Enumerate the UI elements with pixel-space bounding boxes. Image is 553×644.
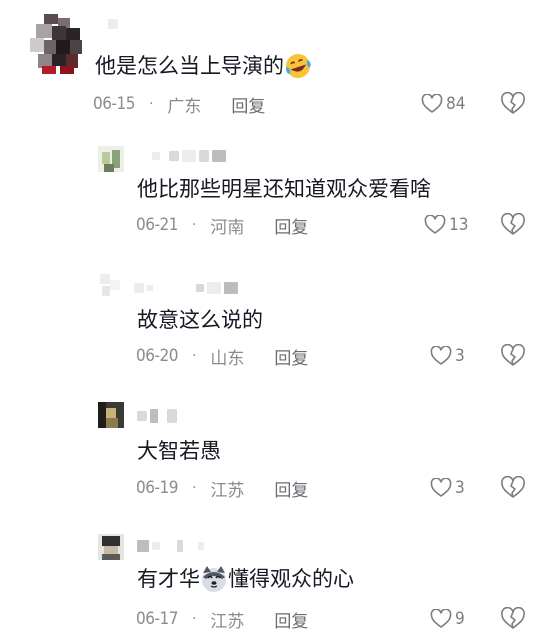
- separator-dot: ·: [191, 217, 197, 233]
- like-button[interactable]: 13: [424, 213, 468, 237]
- avatar[interactable]: [98, 402, 124, 428]
- comment-meta: 06-20 · 山东 回复: [136, 344, 308, 369]
- comment-date: 06-20: [136, 346, 178, 366]
- like-button[interactable]: 3: [430, 344, 465, 368]
- like-count: 9: [455, 609, 465, 629]
- heart-outline-icon: [430, 609, 452, 629]
- reply-button[interactable]: 回复: [274, 344, 308, 369]
- comment-location: 山东: [210, 348, 245, 369]
- like-count: 13: [449, 215, 469, 235]
- comment-text: 大智若愚: [137, 439, 221, 463]
- heart-outline-icon: [424, 215, 446, 235]
- laughing-crying-emoji-icon: [284, 52, 312, 80]
- username-masked[interactable]: [152, 148, 226, 164]
- separator-dot: ·: [191, 611, 197, 627]
- comment-location: 广东: [167, 96, 202, 117]
- comment-date: 06-15: [93, 94, 135, 114]
- broken-heart-icon[interactable]: [500, 476, 526, 500]
- avatar[interactable]: [98, 534, 124, 560]
- username-masked[interactable]: [134, 280, 238, 296]
- comment-item: 他是怎么当上导演的 06-15 · 广东 回复 84: [0, 0, 553, 130]
- broken-heart-icon[interactable]: [500, 213, 526, 237]
- like-button[interactable]: 84: [421, 92, 465, 116]
- comment-date: 06-17: [136, 609, 178, 629]
- avatar[interactable]: [98, 272, 124, 298]
- comment-thread: 他是怎么当上导演的 06-15 · 广东 回复 84 他比那些明星还知道观众爱看…: [0, 0, 553, 644]
- comment-location: 江苏: [210, 480, 245, 501]
- reply-item: 大智若愚 06-19 · 江苏 回复 3: [0, 392, 553, 522]
- comment-text: 故意这么说的: [137, 308, 263, 332]
- separator-dot: ·: [191, 480, 197, 496]
- like-count: 3: [455, 478, 465, 498]
- comment-date: 06-19: [136, 478, 178, 498]
- separator-dot: ·: [191, 348, 197, 364]
- like-count: 84: [446, 94, 466, 114]
- reply-button[interactable]: 回复: [274, 607, 308, 632]
- comment-meta: 06-19 · 江苏 回复: [136, 476, 308, 501]
- username-masked[interactable]: [137, 408, 177, 424]
- reply-item: 有才华 懂得观众的心 06-17 · 江苏 回复 9: [0, 522, 553, 644]
- like-button[interactable]: 9: [430, 607, 465, 631]
- reply-button[interactable]: 回复: [274, 476, 308, 501]
- comment-meta: 06-15 · 广东 回复: [93, 92, 265, 117]
- broken-heart-icon[interactable]: [500, 92, 526, 116]
- reply-button[interactable]: 回复: [231, 92, 265, 117]
- heart-outline-icon: [421, 94, 443, 114]
- reply-item: 故意这么说的 06-20 · 山东 回复 3: [0, 260, 553, 390]
- avatar[interactable]: [98, 146, 124, 172]
- broken-heart-icon[interactable]: [500, 607, 526, 631]
- reply-item: 他比那些明星还知道观众爱看啥 06-21 · 河南 回复 13: [0, 130, 553, 250]
- husky-dog-emoji-icon: [200, 565, 228, 593]
- heart-outline-icon: [430, 478, 452, 498]
- comment-text: 有才华 懂得观众的心: [137, 565, 354, 593]
- heart-outline-icon: [430, 346, 452, 366]
- comment-text: 他是怎么当上导演的: [95, 52, 312, 80]
- comment-meta: 06-21 · 河南 回复: [136, 213, 308, 238]
- reply-button[interactable]: 回复: [274, 213, 308, 238]
- separator-dot: ·: [148, 96, 154, 112]
- comment-date: 06-21: [136, 215, 178, 235]
- like-count: 3: [455, 346, 465, 366]
- username-masked[interactable]: [108, 16, 118, 32]
- username-masked[interactable]: [137, 538, 204, 554]
- comment-location: 江苏: [210, 611, 245, 632]
- broken-heart-icon[interactable]: [500, 344, 526, 368]
- comment-location: 河南: [210, 217, 245, 238]
- avatar[interactable]: [30, 14, 84, 74]
- comment-meta: 06-17 · 江苏 回复: [136, 607, 308, 632]
- comment-text: 他比那些明星还知道观众爱看啥: [137, 177, 431, 201]
- like-button[interactable]: 3: [430, 476, 465, 500]
